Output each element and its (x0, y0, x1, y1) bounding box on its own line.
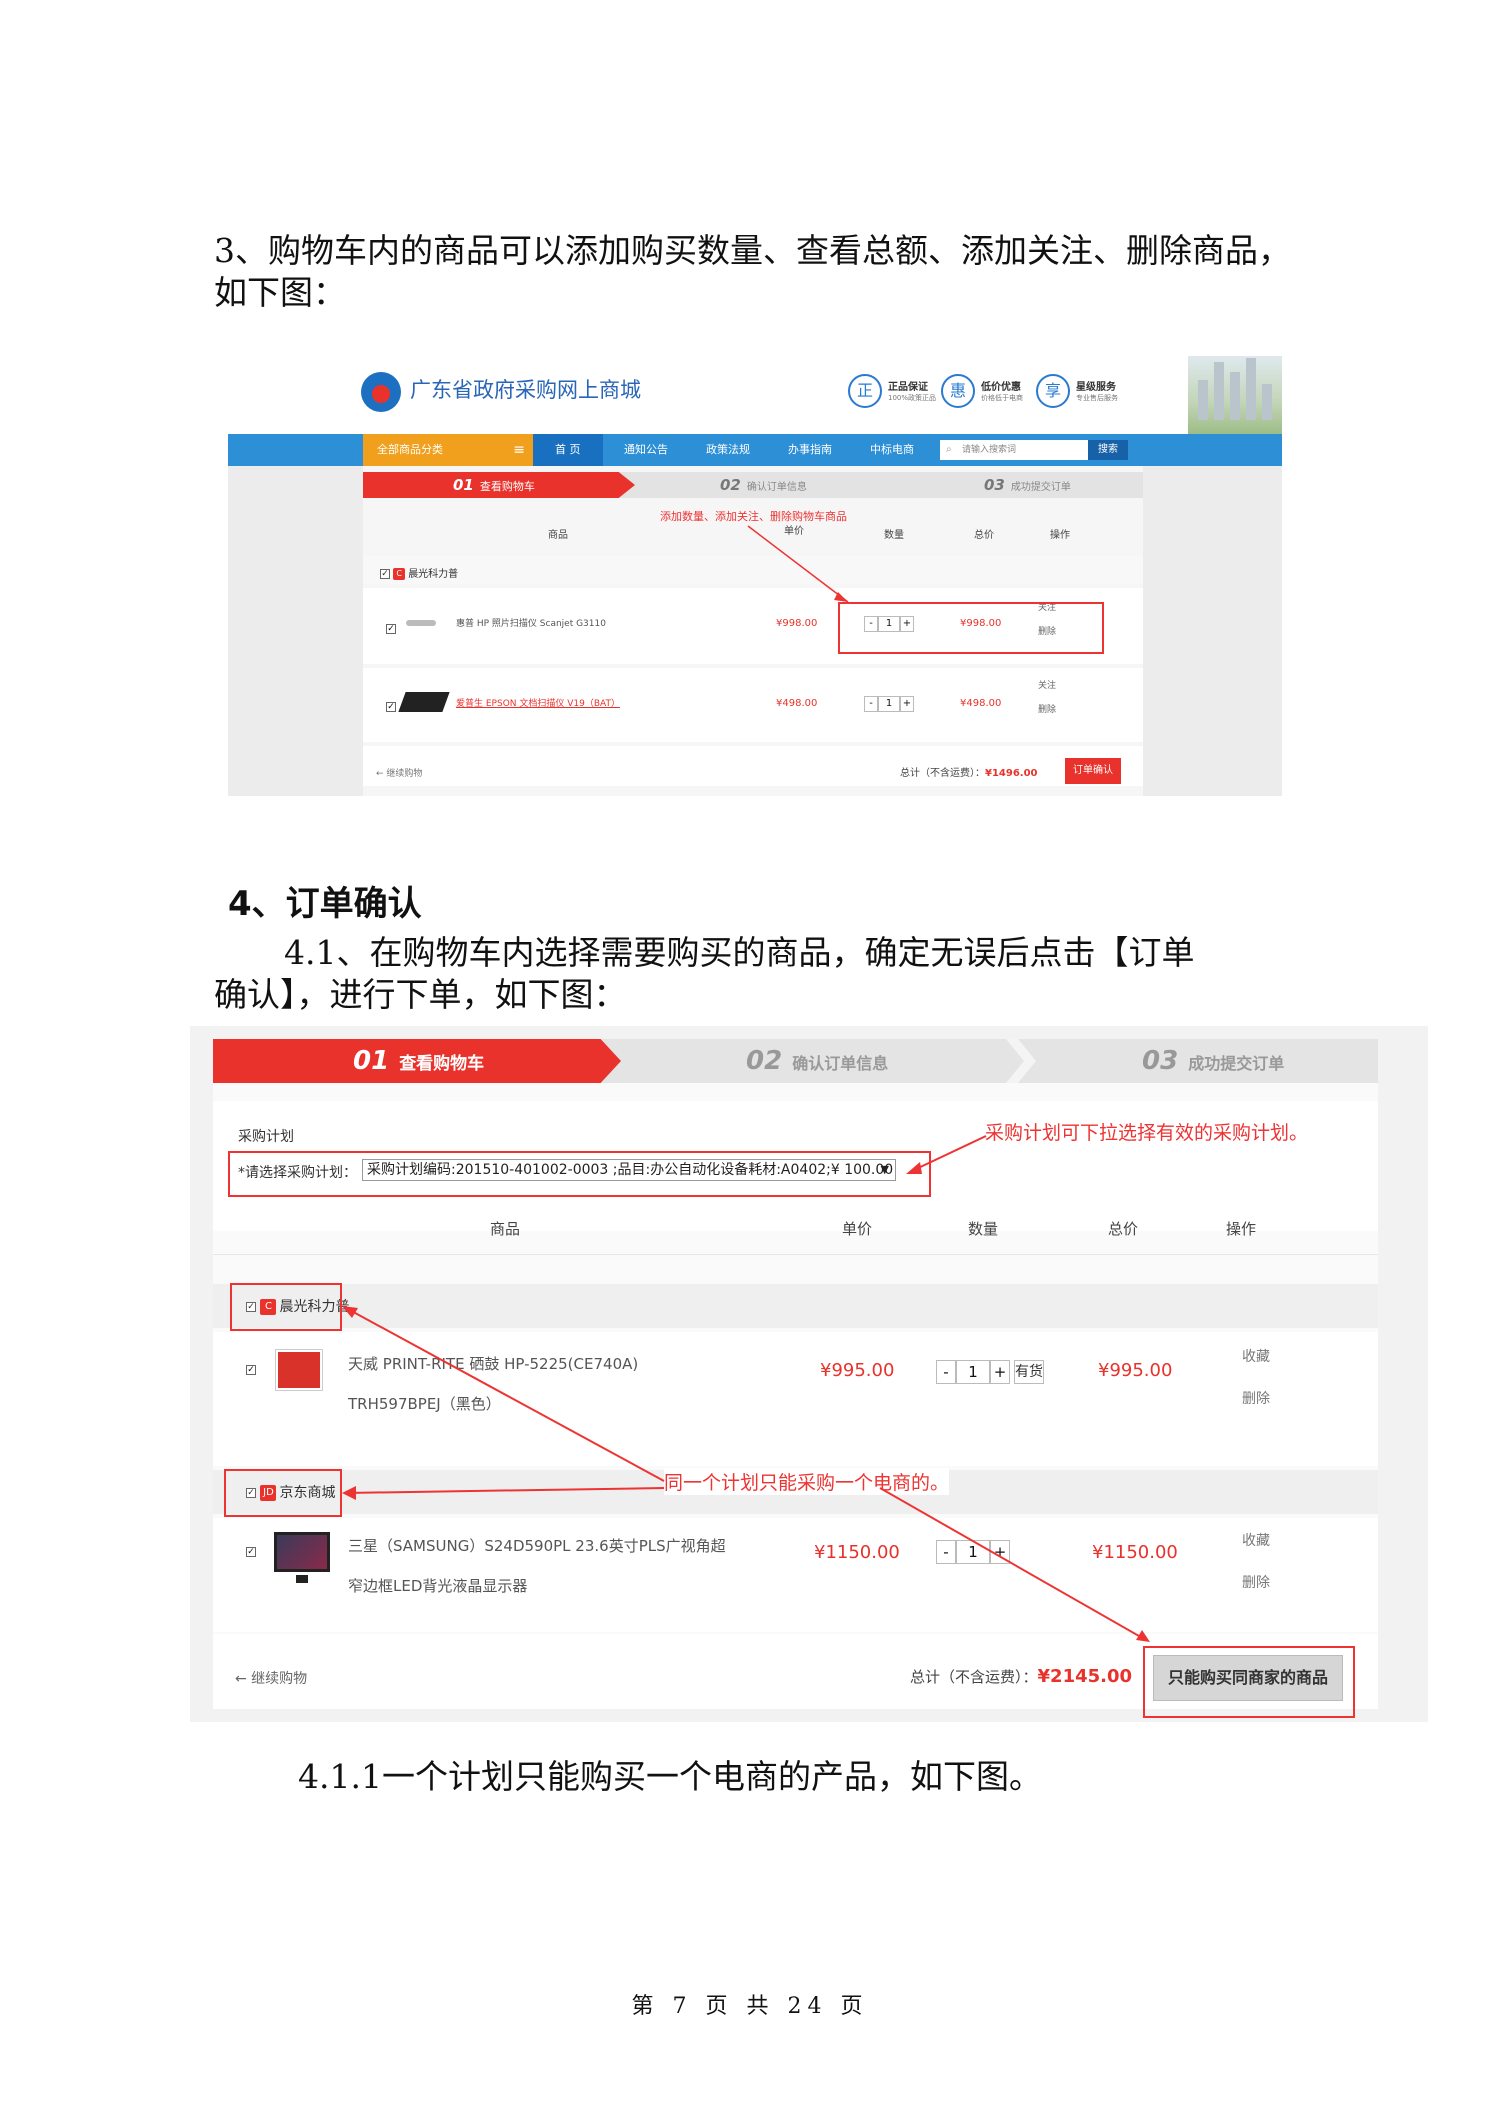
page-footer: 第 7 页 共 24 页 (631, 1994, 869, 2019)
cart-screenshot-2: 01 查看购物车 02 确认订单信息 03 成功提交订单 采购计划 *请选择采购计划：… (190, 1026, 1428, 1722)
section4-heading: 4、订单确认 (228, 884, 422, 924)
annotation-arrow (747, 525, 849, 603)
section3-line2: 如下图： (214, 273, 346, 312)
cart-screenshot-1: 广东省政府采购网上商城 正 正品保证 100%政策正品 惠 低价优惠 价格低于电商 … (228, 356, 1282, 796)
annotation-arrows (342, 1135, 1150, 1642)
section4-para-line2: 确认】，进行下单，如下图： (214, 975, 627, 1014)
section-4-1-1: 4.1.1一个计划只能购买一个电商的产品，如下图。 (298, 1757, 1042, 1796)
section4-para-line1: 4.1、在购物车内选择需要购买的商品，确定无误后点击【订单 (284, 933, 1195, 972)
section3-line1: 3、购物车内的商品可以添加购买数量、查看总额、添加关注、删除商品， (214, 231, 1291, 270)
